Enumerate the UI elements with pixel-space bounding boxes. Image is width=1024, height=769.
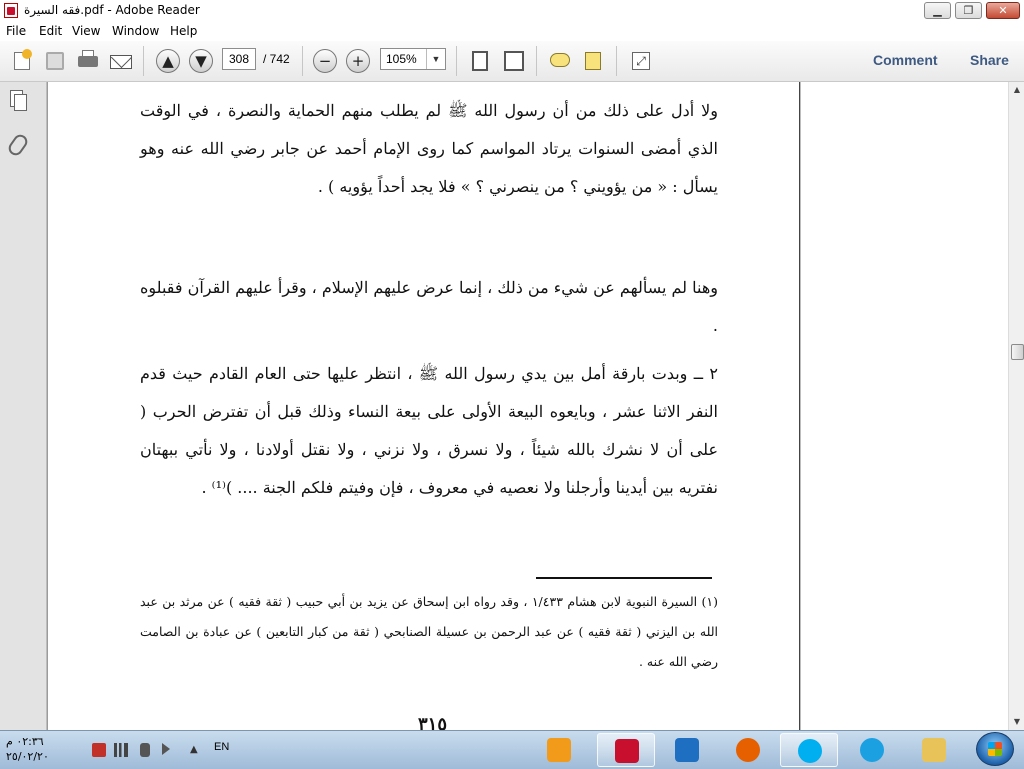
start-button[interactable] — [976, 732, 1014, 766]
page-total: / 742 — [263, 52, 290, 66]
zoom-in-button[interactable]: + — [344, 47, 372, 75]
chevron-down-icon[interactable]: ▼ — [426, 49, 445, 69]
save-button[interactable] — [41, 47, 69, 75]
adobe-reader-icon — [4, 3, 18, 18]
toolbar-divider — [616, 46, 617, 76]
print-button[interactable] — [74, 47, 102, 75]
zoom-out-button[interactable]: − — [311, 47, 339, 75]
taskbar-maxthon[interactable] — [658, 733, 716, 767]
taskbar-skype[interactable] — [780, 733, 838, 767]
scroll-thumb[interactable] — [1011, 344, 1024, 360]
paragraph-3: ٢ ــ وبدت بارقة أمل بين يدي رسول الله ﷺ … — [140, 364, 718, 497]
clock[interactable]: ٠٢:٣٦ م ٢٥/٠٢/٢٠ — [6, 734, 76, 764]
footnote: (١) السيرة النبوية لابن هشام ١/٤٣٣ ، وقد… — [140, 594, 718, 669]
power-icon[interactable] — [140, 743, 150, 757]
fit-page-icon — [472, 51, 488, 71]
toolbar: ▲ ▼ − + ⤢ — [0, 41, 1024, 82]
taskbar-media-player[interactable] — [530, 733, 588, 767]
page-thumbnails-icon[interactable] — [10, 90, 28, 112]
fit-width-button[interactable] — [500, 47, 528, 75]
page-number-input[interactable]: 308 — [222, 48, 256, 70]
printed-page-number: ٣١٥ — [418, 714, 448, 730]
share-button[interactable]: Share — [970, 52, 1009, 68]
clock-time: ٠٢:٣٦ م — [6, 735, 44, 748]
media-player-icon — [547, 738, 571, 762]
email-button[interactable] — [107, 47, 135, 75]
navigation-pane — [0, 82, 47, 730]
clock-date: ٢٥/٠٢/٢٠ — [6, 750, 49, 763]
fit-width-icon — [504, 51, 524, 71]
taskbar-internet-explorer[interactable] — [843, 733, 901, 767]
zoom-out-icon: − — [313, 49, 337, 73]
toolbar-divider — [536, 46, 537, 76]
window-title: فقه السيرة.pdf - Adobe Reader — [24, 3, 200, 17]
menu-file[interactable]: File — [6, 24, 26, 38]
scroll-down-icon[interactable]: ▼ — [1009, 714, 1024, 730]
language-indicator[interactable]: EN — [214, 741, 229, 753]
toolbar-divider — [456, 46, 457, 76]
highlight-button[interactable] — [579, 47, 607, 75]
taskbar-file-explorer[interactable] — [905, 733, 963, 767]
menu-edit[interactable]: Edit — [39, 24, 62, 38]
previous-page-button[interactable]: ▲ — [154, 47, 182, 75]
menu-help[interactable]: Help — [170, 24, 197, 38]
toolbar-divider — [302, 46, 303, 76]
highlight-icon — [585, 52, 601, 70]
taskbar: ٠٢:٣٦ م ٢٥/٠٢/٢٠ ▲ EN — [0, 730, 1024, 769]
print-icon — [78, 50, 98, 67]
toolbar-divider — [143, 46, 144, 76]
action-center-icon[interactable] — [92, 743, 106, 757]
maxthon-icon — [675, 738, 699, 762]
document-page: ولا أدل على ذلك من أن رسول الله ﷺ لم يطل… — [48, 82, 800, 730]
save-icon — [46, 52, 64, 70]
sticky-note-icon — [550, 53, 570, 67]
maximize-button[interactable]: ❐ — [955, 2, 982, 19]
zoom-select[interactable]: 105% ▼ — [380, 48, 446, 70]
zoom-in-icon: + — [346, 49, 370, 73]
volume-icon[interactable] — [162, 743, 170, 755]
page-sheet — [14, 94, 27, 111]
file-explorer-icon — [922, 738, 946, 762]
skype-icon — [798, 739, 822, 763]
fit-page-button[interactable] — [466, 47, 494, 75]
title-bar: فقه السيرة.pdf - Adobe Reader ▁ ❐ ✕ — [0, 0, 1024, 23]
zoom-value: 105% — [386, 52, 417, 66]
network-signal-icon[interactable] — [114, 743, 128, 757]
create-star-icon — [22, 49, 32, 59]
previous-page-icon: ▲ — [156, 49, 180, 73]
attachments-icon[interactable] — [5, 131, 31, 159]
expand-button[interactable]: ⤢ — [627, 47, 655, 75]
internet-explorer-icon — [860, 738, 884, 762]
email-icon — [110, 55, 132, 69]
minimize-button[interactable]: ▁ — [924, 2, 951, 19]
show-hidden-icons-icon[interactable]: ▲ — [190, 743, 204, 757]
sticky-note-button[interactable] — [546, 47, 574, 75]
next-page-button[interactable]: ▼ — [187, 47, 215, 75]
paragraph-1: ولا أدل على ذلك من أن رسول الله ﷺ لم يطل… — [140, 101, 718, 196]
taskbar-adobe-reader[interactable] — [597, 733, 655, 767]
paragraph-2: وهنا لم يسألهم عن شيء من ذلك ، إنما عرض … — [140, 278, 718, 335]
menu-window[interactable]: Window — [112, 24, 159, 38]
taskbar-firefox[interactable] — [719, 733, 777, 767]
menu-bar: File Edit View Window Help — [0, 22, 1024, 41]
comment-button[interactable]: Comment — [873, 52, 938, 68]
menu-view[interactable]: View — [72, 24, 100, 38]
firefox-icon — [736, 738, 760, 762]
right-pane — [800, 82, 1009, 730]
close-button[interactable]: ✕ — [986, 2, 1020, 19]
vertical-scrollbar[interactable]: ▲ ▼ — [1008, 82, 1024, 730]
create-pdf-button[interactable] — [8, 47, 36, 75]
expand-icon: ⤢ — [632, 52, 650, 70]
next-page-icon: ▼ — [189, 49, 213, 73]
footnote-divider — [536, 577, 712, 579]
adobe-reader-icon — [615, 739, 639, 763]
scroll-up-icon[interactable]: ▲ — [1009, 82, 1024, 98]
